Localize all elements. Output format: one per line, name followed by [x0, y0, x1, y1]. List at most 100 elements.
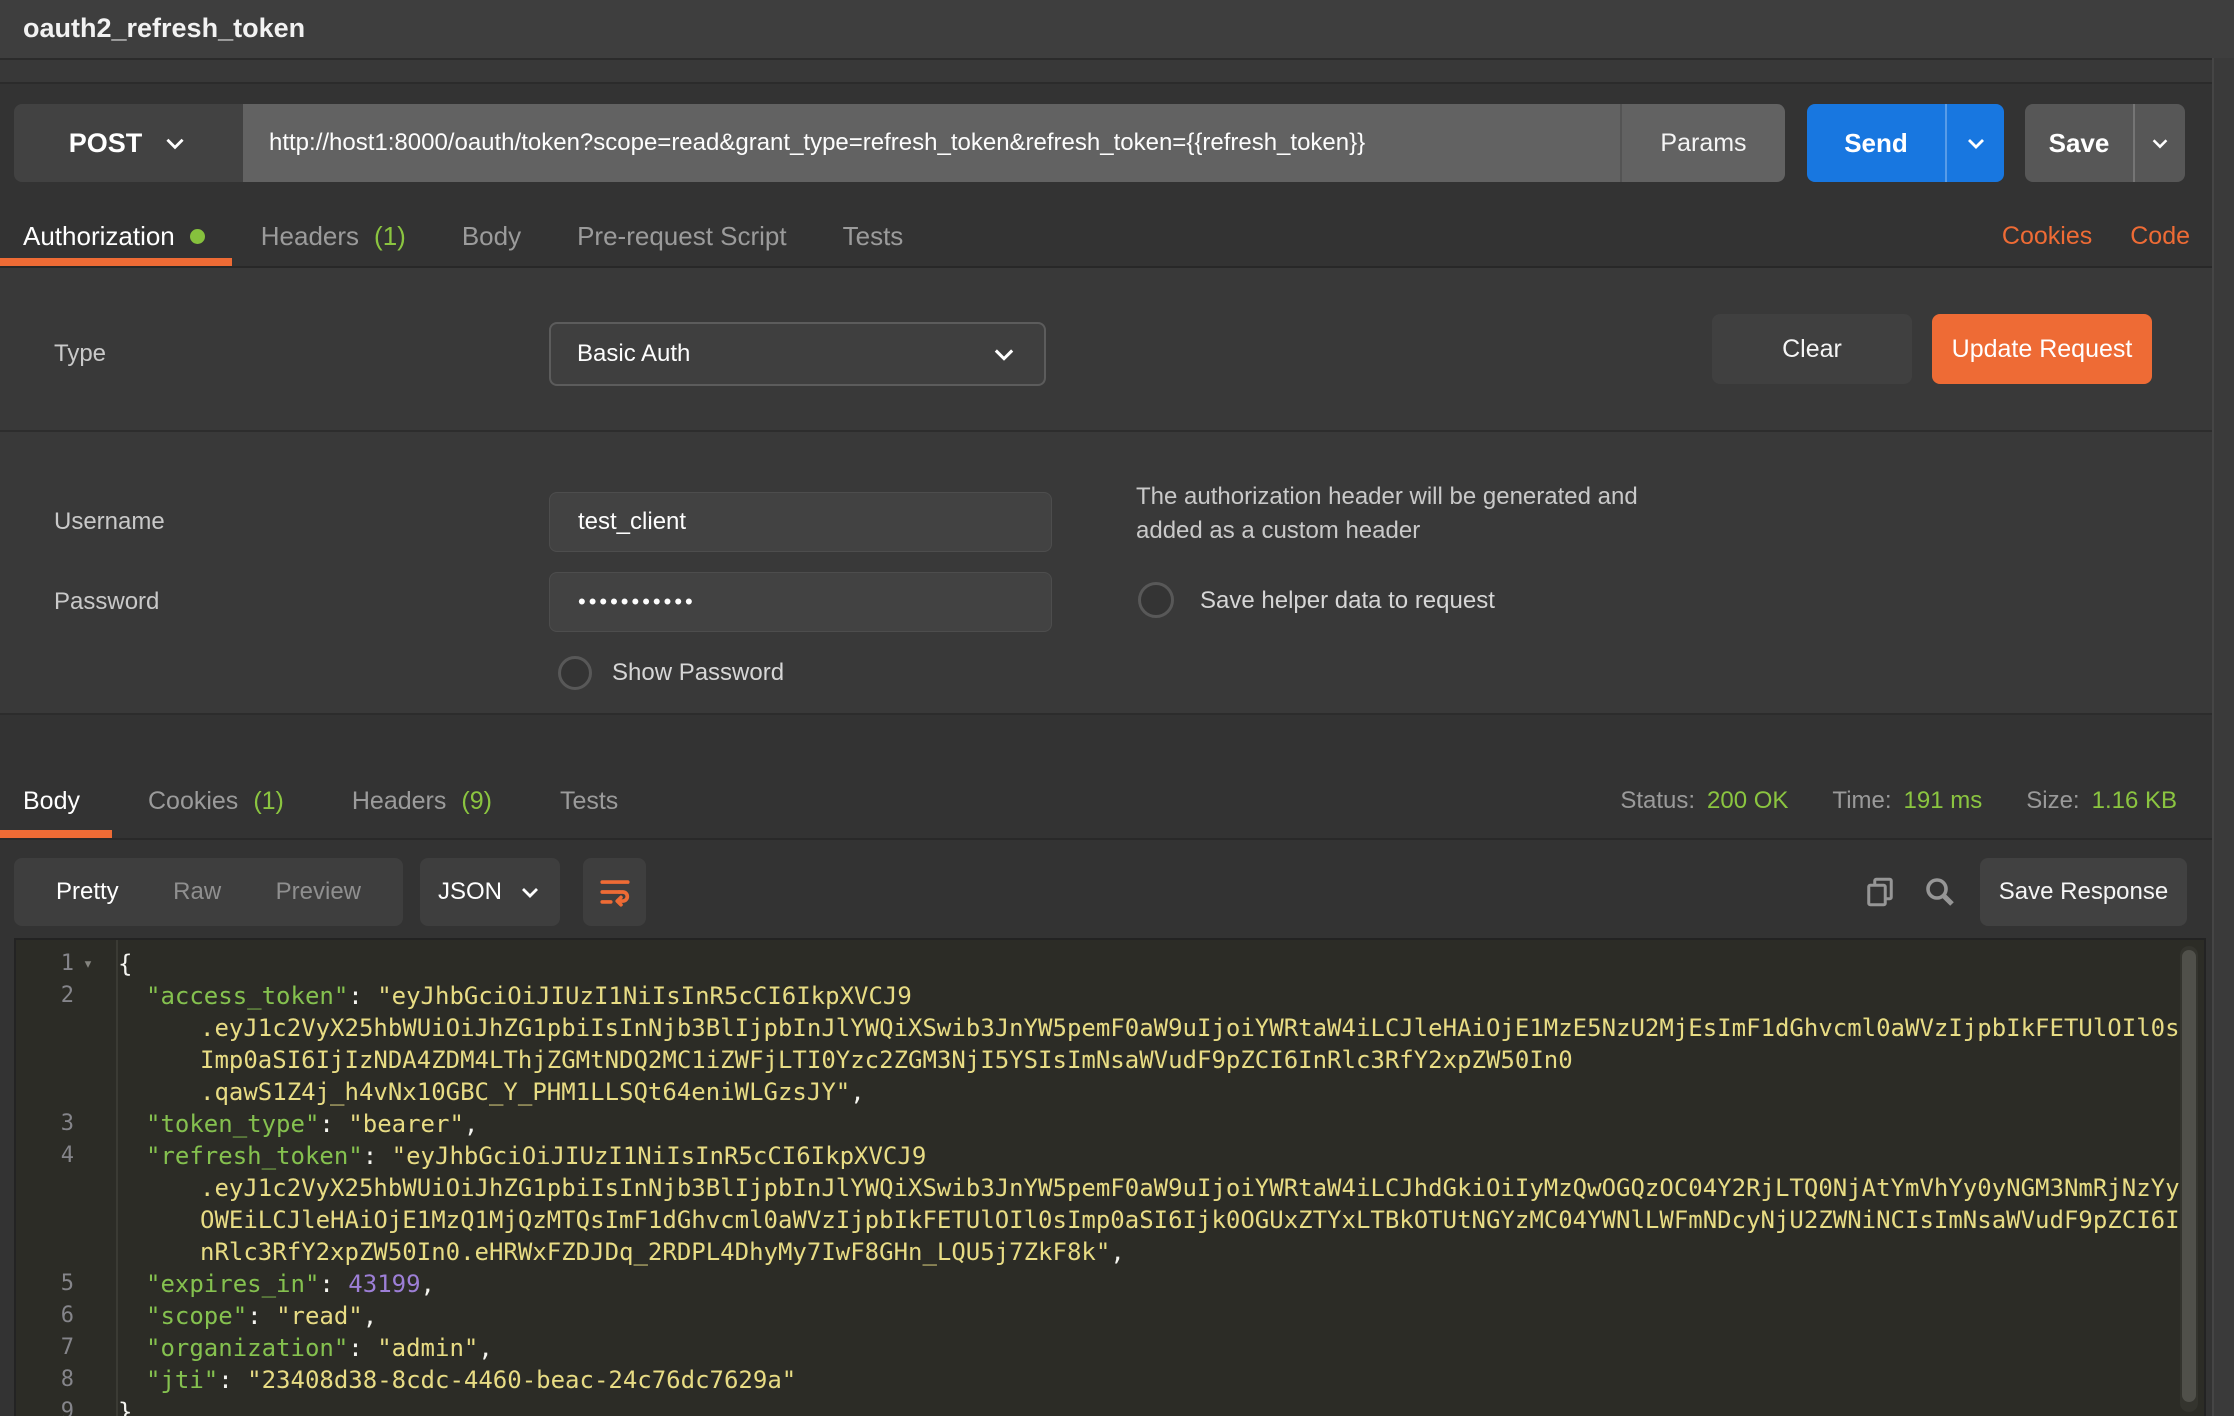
- auth-type-value: Basic Auth: [577, 340, 990, 368]
- view-raw-button[interactable]: Raw: [173, 878, 221, 906]
- tab-headers-label: Headers: [261, 221, 359, 252]
- update-request-button[interactable]: Update Request: [1932, 314, 2152, 384]
- word-wrap-icon: [598, 875, 632, 909]
- send-button-group: Send: [1807, 104, 2004, 182]
- code-text: "access_token": "eyJhbGciOiJIUzI1NiIsInR…: [102, 980, 912, 1012]
- clear-button[interactable]: Clear: [1712, 314, 1912, 384]
- response-cookies-count: (1): [253, 787, 284, 816]
- view-pretty-button[interactable]: Pretty: [56, 878, 119, 906]
- show-password-radio[interactable]: [558, 656, 592, 690]
- response-tab-body[interactable]: Body: [23, 787, 80, 816]
- tab-headers-count: (1): [374, 221, 406, 252]
- line-number: 2: [16, 980, 74, 1012]
- tab-prerequest-script[interactable]: Pre-request Script: [577, 221, 787, 252]
- tab-authorization[interactable]: Authorization: [23, 221, 205, 252]
- send-options-button[interactable]: [1945, 104, 2004, 182]
- chevron-down-icon: [162, 130, 188, 156]
- search-response-button[interactable]: [1918, 870, 1962, 914]
- time-metric: Time: 191 ms: [1832, 787, 1982, 815]
- show-password-label: Show Password: [612, 656, 784, 690]
- code-line: 4"refresh_token": "eyJhbGciOiJIUzI1NiIsI…: [16, 1140, 2204, 1172]
- fold-caret-spacer: [74, 1300, 102, 1332]
- line-number: [16, 1236, 74, 1268]
- fold-caret-spacer: [74, 1364, 102, 1396]
- save-button[interactable]: Save: [2025, 104, 2133, 182]
- auth-helper-text: The authorization header will be generat…: [1136, 480, 1696, 548]
- method-value: POST: [69, 128, 143, 159]
- response-metrics: Status: 200 OK Time: 191 ms Size: 1.16 K…: [1620, 766, 2177, 836]
- auth-configured-dot: [190, 229, 205, 244]
- fold-caret-spacer: [74, 1396, 102, 1416]
- tab-tests[interactable]: Tests: [843, 221, 904, 252]
- params-button[interactable]: Params: [1622, 104, 1785, 182]
- url-input[interactable]: http://host1:8000/oauth/token?scope=read…: [243, 104, 1620, 182]
- save-helper-radio[interactable]: [1138, 582, 1174, 618]
- code-text: "organization": "admin",: [102, 1332, 493, 1364]
- line-number: [16, 1012, 74, 1044]
- size-metric: Size: 1.16 KB: [2026, 787, 2177, 815]
- auth-helper-line1: The authorization header will be generat…: [1136, 480, 1696, 514]
- time-label: Time:: [1832, 787, 1891, 815]
- request-title: oauth2_refresh_token: [23, 0, 305, 56]
- response-tab-cookies[interactable]: Cookies (1): [148, 787, 284, 816]
- auth-type-select[interactable]: Basic Auth: [549, 322, 1046, 386]
- tab-authorization-label: Authorization: [23, 221, 175, 252]
- line-number: [16, 1044, 74, 1076]
- fold-caret-icon[interactable]: ▾: [74, 948, 102, 980]
- url-bar: http://host1:8000/oauth/token?scope=read…: [243, 104, 1785, 182]
- copy-response-button[interactable]: [1858, 870, 1902, 914]
- code-link[interactable]: Code: [2130, 222, 2190, 251]
- chevron-down-icon: [1964, 131, 1988, 155]
- postman-window: oauth2_refresh_token POST http://host1:8…: [0, 0, 2234, 1416]
- request-bar: POST http://host1:8000/oauth/token?scope…: [14, 104, 2185, 182]
- code-text: "refresh_token": "eyJhbGciOiJIUzI1NiIsIn…: [102, 1140, 926, 1172]
- response-format-select[interactable]: JSON: [420, 858, 560, 926]
- line-number: 1: [16, 948, 74, 980]
- code-scrollbar-thumb[interactable]: [2182, 950, 2196, 1402]
- tab-body[interactable]: Body: [462, 221, 521, 252]
- code-text: "expires_in": 43199,: [102, 1268, 435, 1300]
- save-response-button[interactable]: Save Response: [1980, 858, 2187, 926]
- code-line: 2 "access_token": "eyJhbGciOiJIUzI1NiIsIn…: [16, 980, 2204, 1012]
- tab-headers[interactable]: Headers (1): [261, 221, 406, 252]
- code-line: 8 "jti": "23408d38-8cdc-4460-beac-24c76dc…: [16, 1364, 2204, 1396]
- view-preview-button[interactable]: Preview: [276, 878, 361, 906]
- fold-caret-spacer: [74, 1076, 102, 1108]
- response-tab-tests-label: Tests: [560, 787, 618, 816]
- code-line: OWEiLCJleHAiOjE1MzQ1MjQzMTQsImF1dGhvcml0…: [16, 1204, 2204, 1236]
- request-title-bar: oauth2_refresh_token: [0, 0, 2234, 60]
- code-text: "jti": "23408d38-8cdc-4460-beac-24c76dc7…: [102, 1364, 796, 1396]
- type-label: Type: [54, 322, 106, 386]
- code-line: .eyJ1c2VyX25hbWUiOiJhZG1pbiIsInNjb3BlIjp…: [16, 1172, 2204, 1204]
- code-line: 6"scope": "read",: [16, 1300, 2204, 1332]
- response-tab-headers[interactable]: Headers (9): [352, 787, 492, 816]
- response-body-viewer[interactable]: 1▾{2"access_token": "eyJhbGciOiJIUzI1NiI…: [14, 938, 2206, 1416]
- tab-prerequest-label: Pre-request Script: [577, 221, 787, 252]
- send-button[interactable]: Send: [1807, 104, 1945, 182]
- word-wrap-button[interactable]: [583, 858, 646, 926]
- active-tab-underline: [0, 258, 232, 266]
- code-line: .qawS1Z4j_h4vNx10GBC_Y_PHM1LLSQt64eniWLG…: [16, 1076, 2204, 1108]
- tab-tests-label: Tests: [843, 221, 904, 252]
- username-field[interactable]: test_client: [549, 492, 1052, 552]
- code-text: .qawS1Z4j_h4vNx10GBC_Y_PHM1LLSQt64eniWLG…: [102, 1076, 865, 1108]
- status-metric: Status: 200 OK: [1620, 787, 1788, 815]
- tab-body-label: Body: [462, 221, 521, 252]
- line-number: 8: [16, 1364, 74, 1396]
- response-json: 1▾{2"access_token": "eyJhbGciOiJIUzI1NiI…: [16, 948, 2204, 1416]
- method-select[interactable]: POST: [14, 104, 243, 182]
- password-field[interactable]: •••••••••••: [549, 572, 1052, 632]
- code-text: OWEiLCJleHAiOjE1MzQ1MjQzMTQsImF1dGhvcml0…: [102, 1204, 2180, 1236]
- active-response-tab-underline: [0, 830, 112, 838]
- title-sub-band: [0, 60, 2234, 84]
- fold-caret-spacer: [74, 1204, 102, 1236]
- save-button-group: Save: [2025, 104, 2185, 182]
- code-line: 3"token_type": "bearer",: [16, 1108, 2204, 1140]
- response-toolbar: Pretty Raw Preview JSON Save R: [0, 858, 2234, 926]
- fold-caret-spacer: [74, 1140, 102, 1172]
- response-tab-tests[interactable]: Tests: [560, 787, 618, 816]
- code-line: nRlc3RfY2xpZW50In0.eHRWxFZDJDq_2RDPL4Dhy…: [16, 1236, 2204, 1268]
- code-line: 9}: [16, 1396, 2204, 1416]
- save-options-button[interactable]: [2133, 104, 2185, 182]
- cookies-link[interactable]: Cookies: [2002, 222, 2092, 251]
